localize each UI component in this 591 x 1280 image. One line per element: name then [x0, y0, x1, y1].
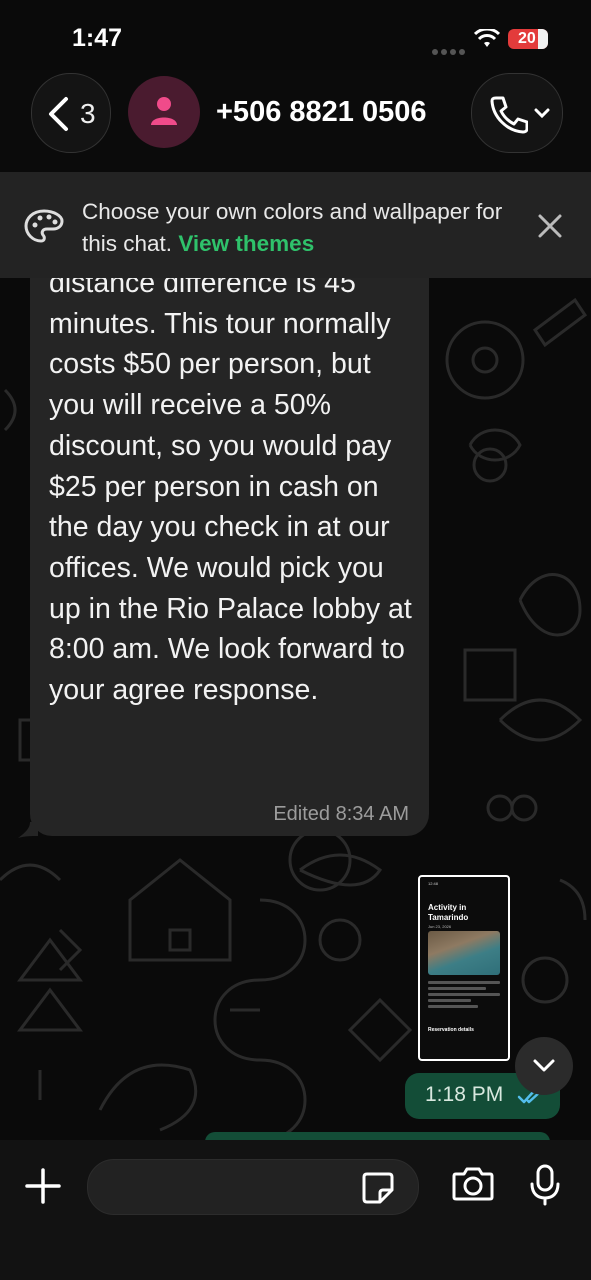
sticker-icon[interactable] — [361, 1171, 395, 1205]
message-input-container[interactable] — [87, 1159, 419, 1215]
image-date: Jun 23, 2026 — [428, 924, 452, 929]
back-button[interactable]: 3 — [31, 73, 111, 153]
avatar[interactable] — [128, 76, 200, 148]
scroll-to-bottom-button[interactable] — [515, 1037, 573, 1095]
status-bar: 1:47 20 — [0, 0, 591, 70]
microphone-icon[interactable] — [530, 1164, 560, 1206]
outgoing-image[interactable]: 12:48 Activity in Tamarindo Jun 23, 2026… — [418, 875, 510, 1061]
battery-level: 20 — [518, 30, 536, 47]
chevron-down-icon — [533, 1059, 555, 1072]
signal-icon — [432, 42, 468, 60]
chat-header: 3 +506 8821 0506 — [0, 70, 591, 170]
incoming-message-bubble[interactable]: distance difference is 45 minutes. This … — [30, 278, 429, 836]
plus-icon[interactable] — [25, 1168, 61, 1204]
message-composer — [0, 1140, 591, 1280]
image-status-time: 12:48 — [428, 881, 439, 886]
message-edited-time: Edited 8:34 AM — [273, 803, 409, 825]
wifi-icon — [474, 29, 500, 47]
palette-icon — [24, 209, 64, 243]
person-icon — [151, 97, 177, 125]
image-section: Reservation details — [428, 1027, 474, 1033]
chevron-down-icon — [534, 108, 550, 119]
bubble-tail — [18, 822, 38, 838]
close-icon[interactable] — [537, 213, 563, 239]
contact-name[interactable]: +506 8821 0506 — [216, 96, 426, 129]
theme-banner: Choose your own colors and wallpaper for… — [0, 172, 591, 278]
message-text: distance difference is 45 minutes. This … — [49, 278, 412, 707]
image-photo — [428, 931, 500, 975]
camera-icon[interactable] — [452, 1166, 494, 1202]
voice-call-button[interactable] — [471, 73, 563, 153]
view-themes-link[interactable]: View themes — [178, 231, 314, 256]
message-time: 1:18 PM — [425, 1083, 504, 1106]
message-input[interactable] — [108, 1174, 362, 1199]
battery-icon: 20 — [508, 29, 548, 49]
phone-icon — [490, 96, 528, 134]
chevron-left-icon — [49, 97, 68, 131]
status-time: 1:47 — [72, 24, 123, 52]
banner-message: Choose your own colors and wallpaper for… — [82, 196, 522, 260]
unread-count: 3 — [80, 98, 96, 129]
image-text-lines — [428, 981, 500, 1011]
image-title: Activity in Tamarindo — [428, 903, 469, 922]
